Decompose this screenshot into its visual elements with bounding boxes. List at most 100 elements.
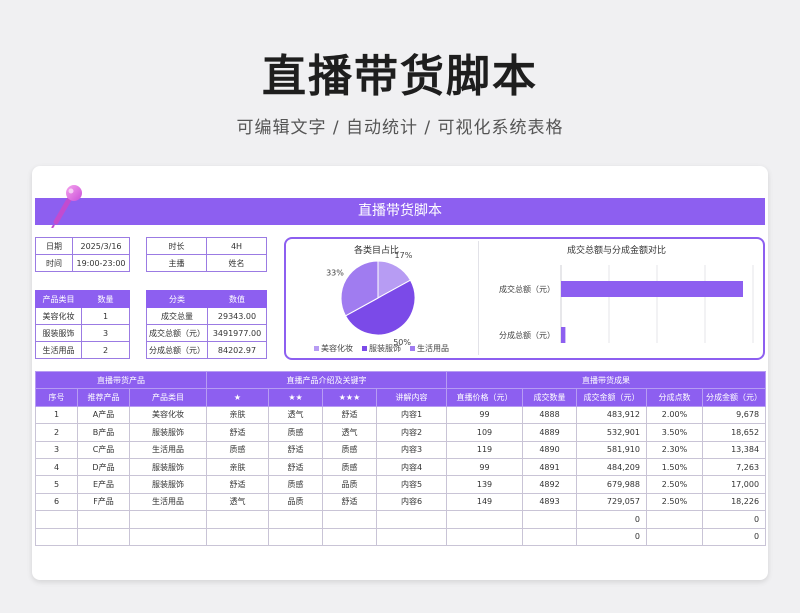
bar[interactable]	[561, 327, 566, 343]
table-cell[interactable]: 质感	[268, 423, 323, 442]
table-cell[interactable]: 119	[446, 440, 523, 459]
table-cell[interactable]: 581,910	[576, 440, 647, 459]
table-cell[interactable]: 149	[446, 492, 523, 512]
summary-value[interactable]: 84202.97	[207, 341, 267, 359]
table-cell[interactable]: 5	[35, 475, 78, 494]
table-cell[interactable]	[376, 527, 447, 546]
table-cell[interactable]: 舒适	[206, 475, 269, 494]
table-cell[interactable]: 1.50%	[646, 457, 703, 477]
table-cell[interactable]	[322, 527, 377, 546]
category-cell[interactable]: 服装服饰	[35, 324, 82, 342]
table-cell[interactable]: 6	[35, 492, 78, 512]
table-cell[interactable]: 生活用品	[129, 492, 207, 512]
category-cell[interactable]: 美容化妆	[35, 307, 82, 325]
table-cell[interactable]: 内容2	[376, 423, 447, 442]
table-cell[interactable]: F产品	[77, 492, 130, 512]
table-cell[interactable]: 服装服饰	[129, 475, 207, 494]
table-cell[interactable]	[268, 527, 323, 546]
table-cell[interactable]: 729,057	[576, 492, 647, 512]
table-cell[interactable]: 3	[35, 440, 78, 459]
table-cell[interactable]: 质感	[206, 440, 269, 459]
table-cell[interactable]: 532,901	[576, 423, 647, 442]
table-cell[interactable]	[646, 527, 703, 546]
table-cell[interactable]	[268, 510, 323, 529]
table-cell[interactable]: 品质	[322, 475, 377, 494]
table-cell[interactable]: 483,912	[576, 405, 647, 425]
time-value[interactable]: 19:00-23:00	[72, 254, 130, 272]
table-cell[interactable]: 18,226	[701, 492, 767, 512]
table-cell[interactable]	[376, 510, 447, 529]
table-cell[interactable]: 4891	[522, 457, 577, 477]
table-cell[interactable]: 服装服饰	[129, 457, 207, 477]
table-cell[interactable]: 内容3	[376, 440, 447, 459]
category-cell[interactable]: 生活用品	[35, 341, 82, 359]
table-cell[interactable]: 2.30%	[646, 440, 703, 459]
table-cell[interactable]: 4889	[522, 423, 577, 442]
host-value[interactable]: 姓名	[206, 254, 267, 272]
table-cell[interactable]: 139	[446, 475, 523, 494]
table-cell[interactable]: 7,263	[701, 457, 767, 477]
table-cell[interactable]: 美容化妆	[129, 405, 207, 425]
table-cell[interactable]: 内容4	[376, 457, 447, 477]
table-cell[interactable]	[77, 510, 130, 529]
table-cell[interactable]	[35, 510, 78, 529]
table-cell[interactable]: 4892	[522, 475, 577, 494]
table-cell[interactable]: 舒适	[206, 423, 269, 442]
table-cell[interactable]: 质感	[268, 475, 323, 494]
table-cell[interactable]: 内容1	[376, 405, 447, 425]
table-cell[interactable]	[206, 527, 269, 546]
table-cell[interactable]: 0	[701, 527, 767, 546]
table-cell[interactable]	[206, 510, 269, 529]
table-cell[interactable]: 内容6	[376, 492, 447, 512]
table-cell[interactable]: 透气	[322, 423, 377, 442]
table-cell[interactable]: 透气	[206, 492, 269, 512]
table-cell[interactable]: 内容5	[376, 475, 447, 494]
table-cell[interactable]	[446, 510, 523, 529]
table-cell[interactable]: 质感	[322, 440, 377, 459]
bar-chart[interactable]: 成交总额（元） 分成总额（元）	[479, 239, 763, 358]
table-cell[interactable]: 4893	[522, 492, 577, 512]
table-cell[interactable]: 2.50%	[646, 475, 703, 494]
table-cell[interactable]: 舒适	[322, 405, 377, 425]
table-cell[interactable]: 679,988	[576, 475, 647, 494]
table-cell[interactable]: 13,384	[701, 440, 767, 459]
table-cell[interactable]	[129, 510, 207, 529]
table-cell[interactable]	[522, 510, 577, 529]
summary-value[interactable]: 29343.00	[207, 307, 267, 325]
bar[interactable]	[561, 281, 743, 297]
table-cell[interactable]: 0	[701, 510, 767, 529]
table-cell[interactable]	[522, 527, 577, 546]
table-cell[interactable]: 17,000	[701, 475, 767, 494]
count-cell[interactable]: 2	[81, 341, 130, 359]
table-cell[interactable]: 2.50%	[646, 492, 703, 512]
table-cell[interactable]	[77, 527, 130, 546]
table-cell[interactable]: 9,678	[701, 405, 767, 425]
table-cell[interactable]: 4890	[522, 440, 577, 459]
table-cell[interactable]: 服装服饰	[129, 423, 207, 442]
table-cell[interactable]: 舒适	[322, 492, 377, 512]
table-cell[interactable]: 99	[446, 405, 523, 425]
table-cell[interactable]	[129, 527, 207, 546]
table-cell[interactable]: 4	[35, 457, 78, 477]
table-cell[interactable]: C产品	[77, 440, 130, 459]
count-cell[interactable]: 3	[81, 324, 130, 342]
table-cell[interactable]: 舒适	[268, 440, 323, 459]
table-cell[interactable]: 99	[446, 457, 523, 477]
table-cell[interactable]: 质感	[322, 457, 377, 477]
table-cell[interactable]: 亲肤	[206, 405, 269, 425]
duration-value[interactable]: 4H	[206, 237, 267, 255]
count-cell[interactable]: 1	[81, 307, 130, 325]
table-cell[interactable]: 1	[35, 405, 78, 425]
table-cell[interactable]: 109	[446, 423, 523, 442]
summary-value[interactable]: 3491977.00	[207, 324, 267, 342]
table-cell[interactable]	[35, 527, 78, 546]
table-cell[interactable]: 0	[576, 510, 647, 529]
table-cell[interactable]: 舒适	[268, 457, 323, 477]
date-value[interactable]: 2025/3/16	[72, 237, 130, 255]
table-cell[interactable]: 484,209	[576, 457, 647, 477]
table-cell[interactable]	[446, 527, 523, 546]
table-cell[interactable]: 生活用品	[129, 440, 207, 459]
pie-chart[interactable]: 17%50%33%美容化妆 服装服饰 生活用品	[286, 239, 478, 358]
table-cell[interactable]: 透气	[268, 405, 323, 425]
table-cell[interactable]: 4888	[522, 405, 577, 425]
